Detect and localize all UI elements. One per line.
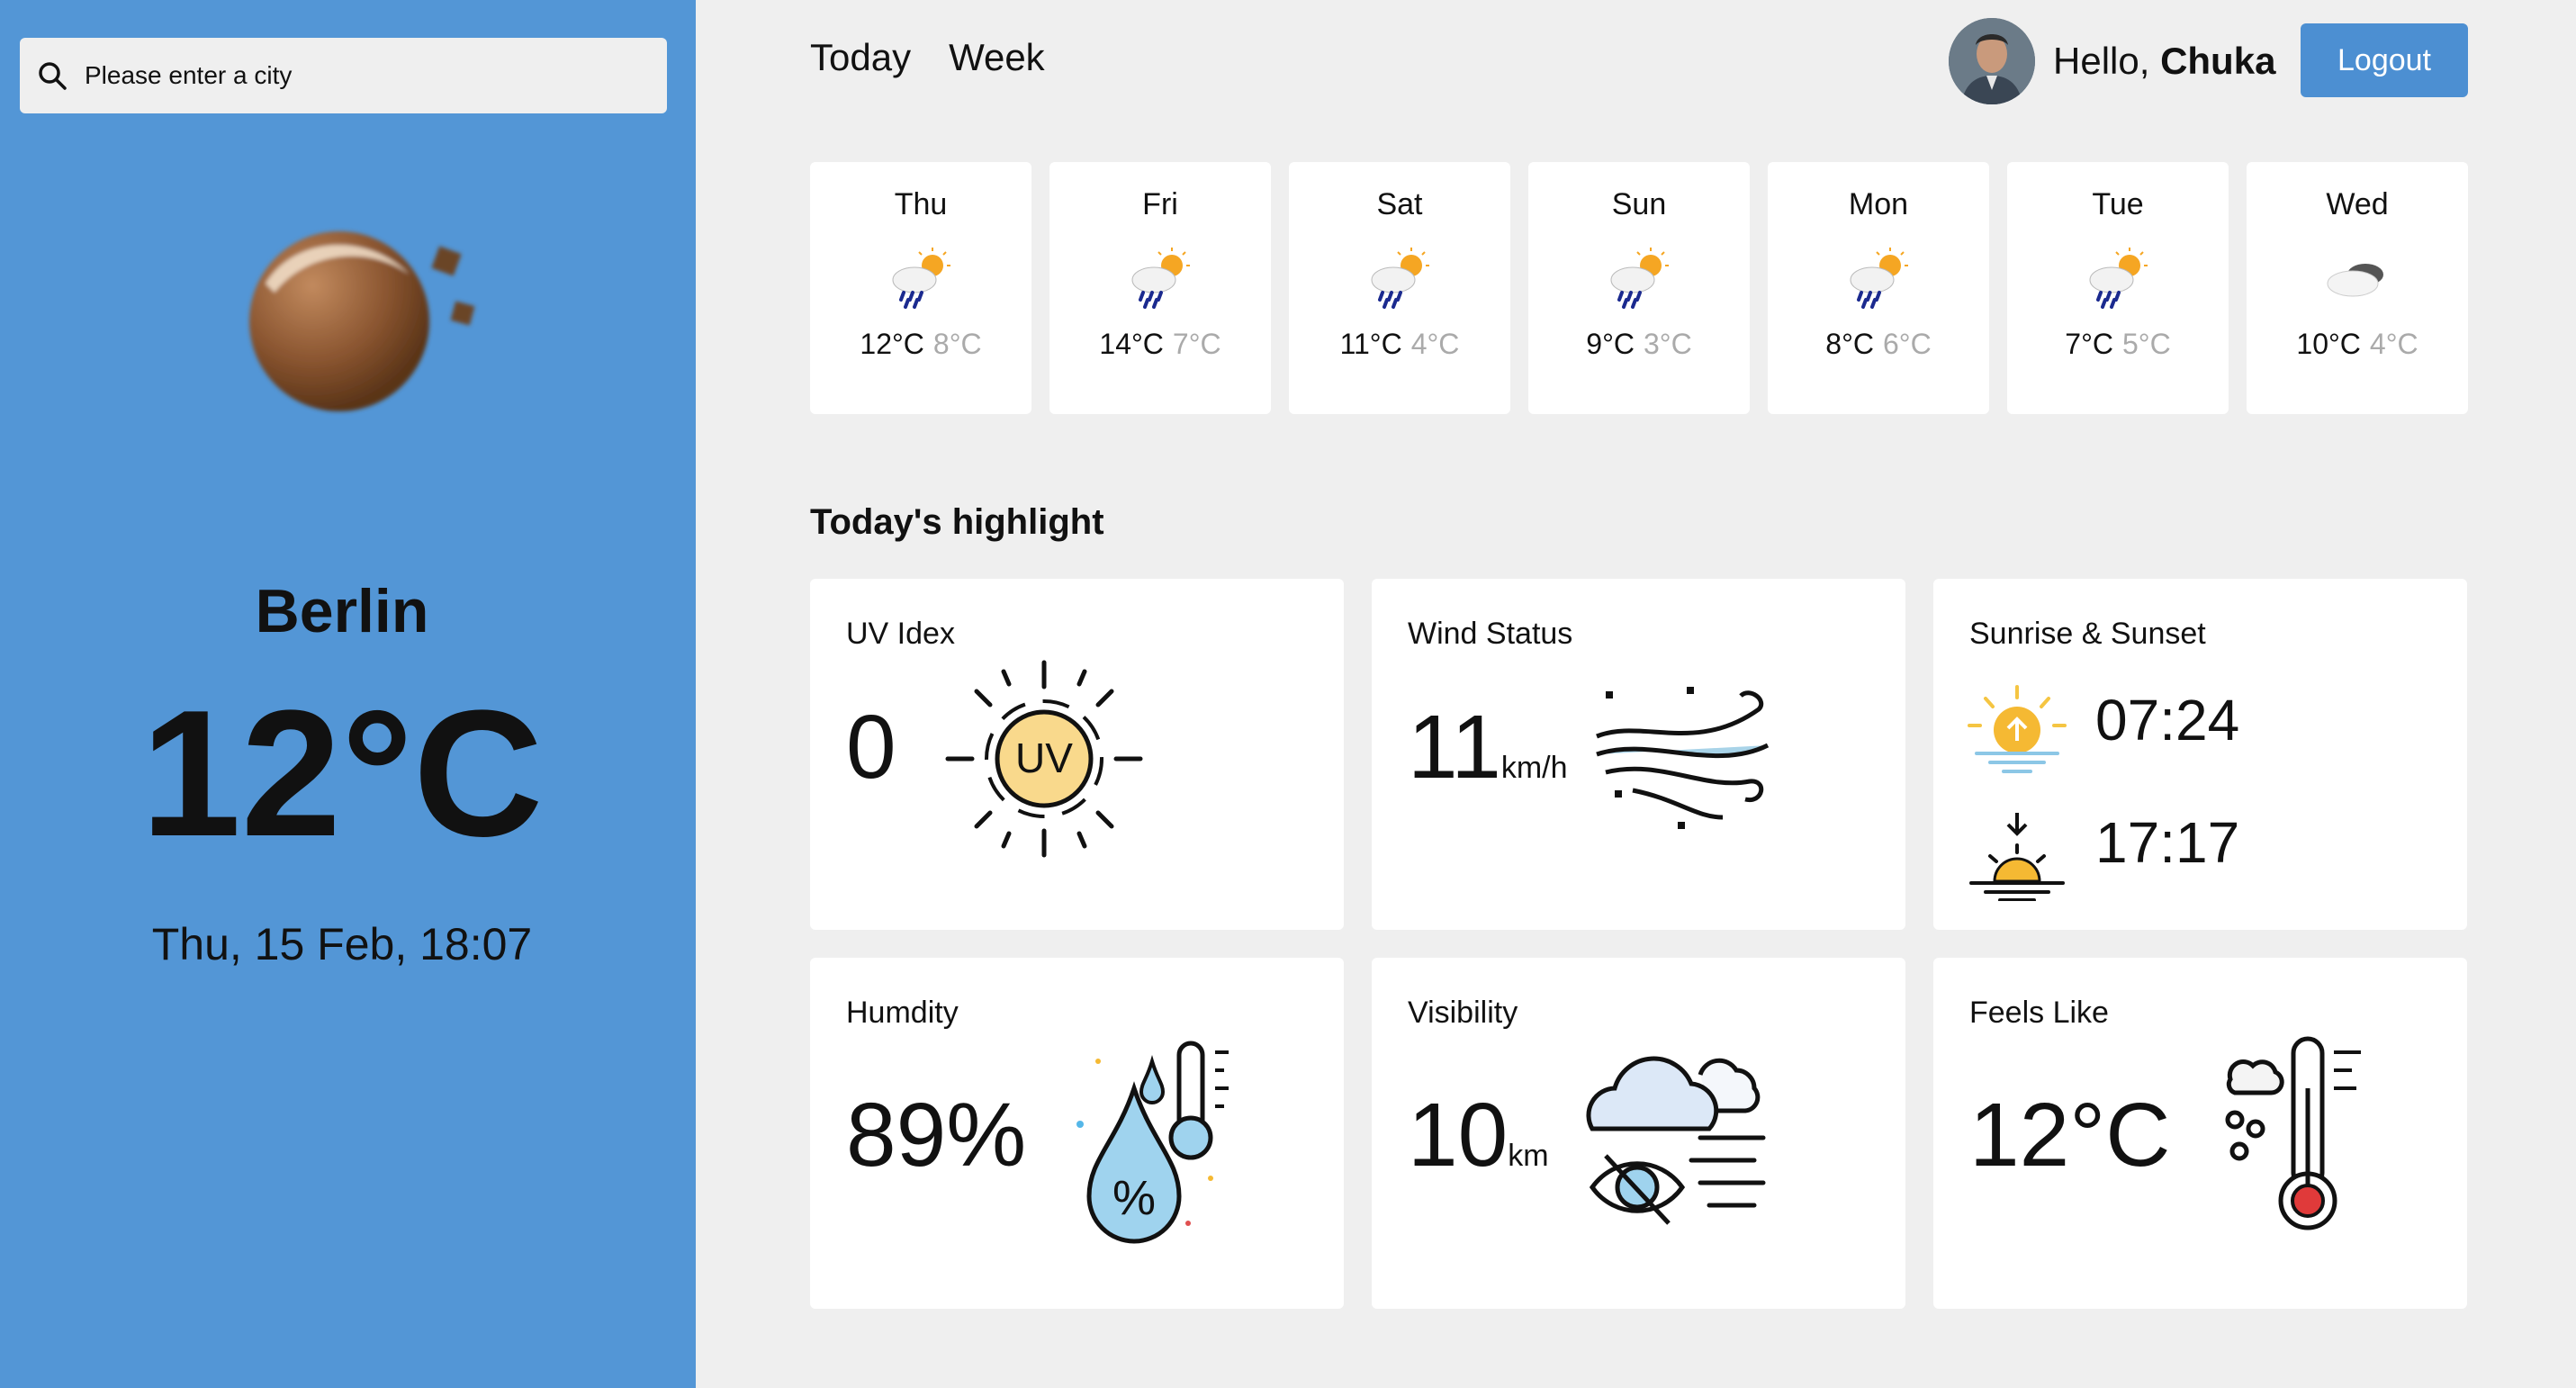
- day-high: 10°C: [2296, 328, 2361, 360]
- day-name: Mon: [1848, 187, 1909, 221]
- day-card[interactable]: Tue 7°C 5°C: [2007, 162, 2229, 414]
- rain-sun-icon: [2089, 248, 2148, 309]
- logout-button[interactable]: Logout: [2301, 23, 2468, 97]
- avatar[interactable]: [1949, 18, 2035, 104]
- user-info: Hello, Chuka: [1949, 18, 2275, 104]
- day-card[interactable]: Wed 10°C 4°C: [2247, 162, 2468, 414]
- current-temperature: 12°C: [140, 673, 544, 874]
- day-name: Fri: [1142, 187, 1178, 221]
- search-icon: [39, 62, 67, 90]
- current-datetime: Thu, 15 Feb, 18:07: [151, 919, 533, 969]
- svg-text:%: %: [1112, 1171, 1156, 1225]
- humidity-title: Humdity: [846, 996, 959, 1030]
- greeting-text: Hello,: [2053, 40, 2150, 82]
- rain-sun-icon: [892, 248, 950, 309]
- tab-today[interactable]: Today: [810, 36, 911, 79]
- humidity-value: 89%: [846, 1085, 1027, 1185]
- wind-icon: [1596, 687, 1770, 829]
- wind-value-wrap: 11km/h: [1408, 696, 1568, 799]
- wind-title: Wind Status: [1408, 617, 1573, 651]
- day-card[interactable]: Sat 11°C 4°C: [1289, 162, 1510, 414]
- day-name: Wed: [2326, 187, 2389, 221]
- wind-unit: km/h: [1500, 751, 1568, 785]
- visibility-title: Visibility: [1408, 996, 1518, 1030]
- sunset-icon: [1969, 813, 2065, 901]
- day-temps: 8°C 6°C: [1768, 328, 1989, 361]
- search-box[interactable]: [20, 38, 667, 113]
- day-card[interactable]: Fri 14°C 7°C: [1049, 162, 1271, 414]
- greeting: Hello, Chuka: [2053, 40, 2275, 83]
- day-card[interactable]: Sun 9°C 3°C: [1528, 162, 1750, 414]
- uv-title: UV Idex: [846, 617, 955, 651]
- day-temps: 9°C 3°C: [1528, 328, 1750, 361]
- day-card[interactable]: Mon 8°C 6°C: [1768, 162, 1989, 414]
- day-low: 7°C: [1172, 328, 1221, 360]
- day-high: 12°C: [860, 328, 924, 360]
- visibility-value: 10: [1408, 1085, 1509, 1185]
- day-name: Tue: [2092, 187, 2144, 221]
- tab-week[interactable]: Week: [949, 36, 1045, 79]
- day-name: Sat: [1376, 187, 1423, 221]
- rain-sun-icon: [1850, 248, 1908, 309]
- day-low: 4°C: [1410, 328, 1460, 360]
- highlights-title: Today's highlight: [810, 502, 1104, 542]
- visibility-card: Visibility 10km: [1372, 958, 1905, 1309]
- day-low: 8°C: [932, 328, 982, 360]
- sidebar: Berlin 12°C Thu, 15 Feb, 18:07: [0, 0, 696, 1388]
- view-tabs: Today Week: [810, 36, 1045, 79]
- feels-value: 12°C: [1969, 1085, 2171, 1185]
- visibility-icon: [1586, 1056, 1766, 1225]
- humidity-card: Humdity 89% %: [810, 958, 1344, 1309]
- day-low: 6°C: [1883, 328, 1932, 360]
- day-high: 9°C: [1586, 328, 1635, 360]
- day-low: 3°C: [1644, 328, 1692, 360]
- day-low: 5°C: [2122, 328, 2171, 360]
- day-temps: 11°C 4°C: [1289, 328, 1510, 361]
- city-name: Berlin: [255, 577, 429, 645]
- sun-title: Sunrise & Sunset: [1969, 617, 2206, 651]
- uv-sun-icon: UV: [945, 660, 1143, 858]
- cloud-icon: [2327, 264, 2383, 297]
- visibility-unit: km: [1508, 1139, 1549, 1173]
- rain-sun-icon: [1610, 248, 1669, 309]
- wind-value: 11: [1408, 697, 1501, 798]
- sun-card: Sunrise & Sunset 07:24 17:17: [1933, 579, 2467, 930]
- uv-card: UV Idex 0 UV: [810, 579, 1344, 930]
- visibility-value-wrap: 10km: [1408, 1084, 1549, 1187]
- rain-sun-icon: [1131, 248, 1190, 309]
- uv-value: 0: [846, 697, 896, 798]
- day-temps: 12°C 8°C: [810, 328, 1031, 361]
- day-temps: 7°C 5°C: [2007, 328, 2229, 361]
- feels-card: Feels Like 12°C: [1933, 958, 2467, 1309]
- thermometer-icon: [2225, 1036, 2361, 1230]
- rain-sun-icon: [1371, 248, 1429, 309]
- user-name: Chuka: [2160, 40, 2276, 82]
- day-high: 14°C: [1099, 328, 1164, 360]
- sunrise-time: 07:24: [2095, 688, 2240, 753]
- day-high: 11°C: [1339, 328, 1402, 360]
- week-forecast: Thu 12°C 8°C Fri 14°C 7°C Sat 11°C 4°C Sun: [810, 162, 2468, 414]
- highlights-grid: UV Idex 0 UV Wind Status 11km/h Sunrise …: [810, 579, 2467, 1309]
- day-card[interactable]: Thu 12°C 8°C: [810, 162, 1031, 414]
- uv-icon-text: UV: [1015, 735, 1073, 781]
- sunrise-icon: [1968, 685, 2067, 773]
- night-moon-icon: [249, 231, 475, 411]
- day-name: Thu: [894, 187, 948, 221]
- day-name: Sun: [1611, 187, 1667, 221]
- sunset-time: 17:17: [2095, 810, 2240, 875]
- day-high: 7°C: [2065, 328, 2113, 360]
- search-input[interactable]: [83, 60, 662, 91]
- day-temps: 10°C 4°C: [2247, 328, 2468, 361]
- day-high: 8°C: [1825, 328, 1874, 360]
- day-temps: 14°C 7°C: [1049, 328, 1271, 361]
- day-low: 4°C: [2369, 328, 2418, 360]
- wind-card: Wind Status 11km/h: [1372, 579, 1905, 930]
- feels-title: Feels Like: [1969, 996, 2109, 1030]
- humidity-icon: %: [1076, 1041, 1229, 1244]
